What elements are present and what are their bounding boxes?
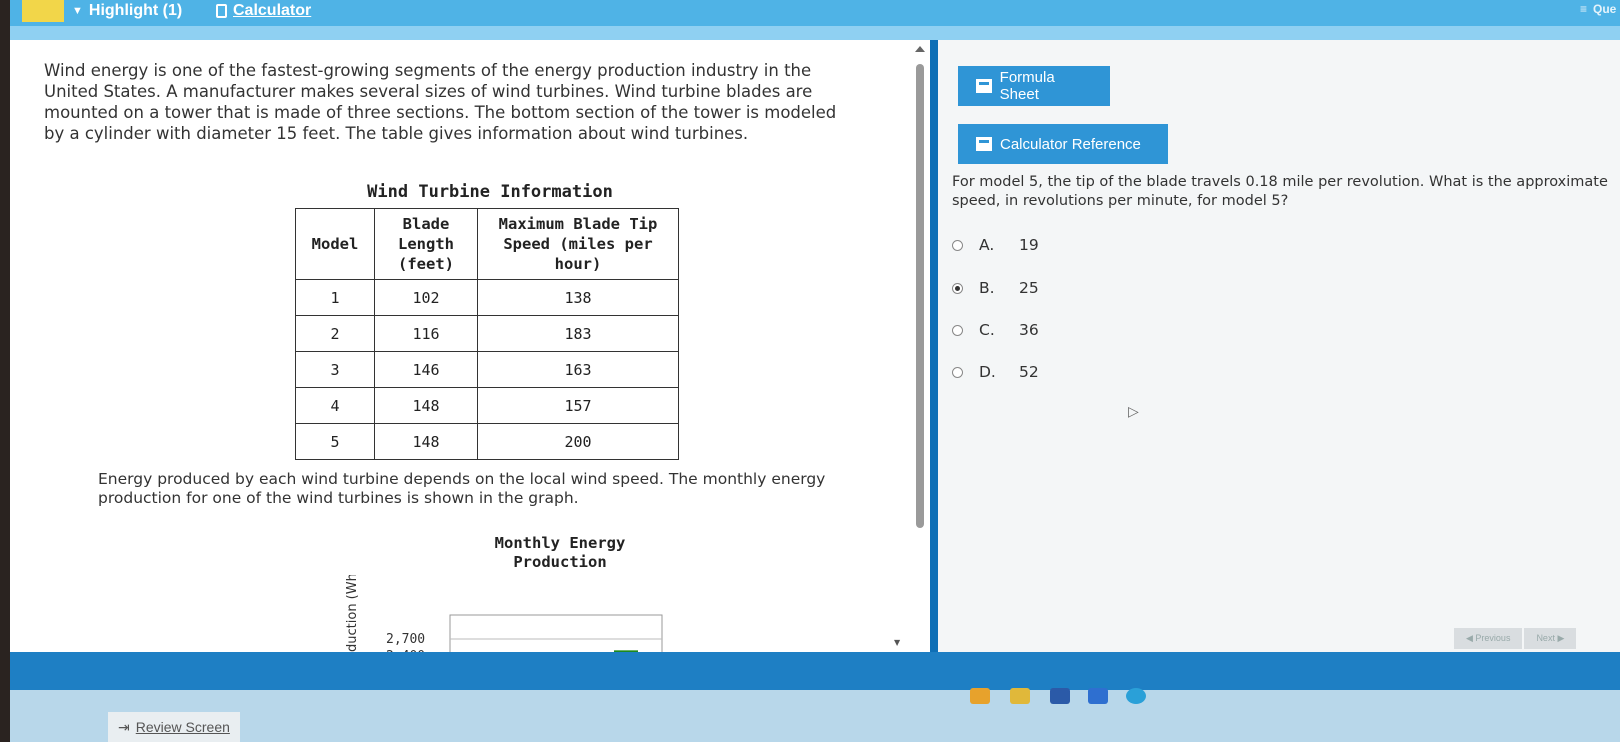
passage-paragraph-2: Energy produced by each wind turbine dep… xyxy=(98,470,826,507)
passage-paragraph-1: Wind energy is one of the fastest-growin… xyxy=(44,61,837,143)
table-cell: 148 xyxy=(374,423,478,460)
option-letter: B. xyxy=(979,279,995,297)
table-cell: 200 xyxy=(477,423,679,460)
top-toolbar: ▼ Highlight (1) Calculator ≡ Que xyxy=(10,0,1620,26)
table-row: 1 102 138 xyxy=(295,279,679,316)
option-letter: D. xyxy=(979,363,996,381)
store-icon[interactable] xyxy=(1050,688,1070,704)
option-letter: C. xyxy=(979,321,995,339)
reference-icon xyxy=(976,137,992,151)
option-value: 19 xyxy=(1019,236,1039,254)
next-button[interactable]: Next ▶ xyxy=(1524,628,1577,649)
option-b[interactable]: B. 25 xyxy=(952,279,1039,297)
table-cell: 102 xyxy=(374,279,478,316)
table-cell: 138 xyxy=(477,279,679,316)
passage-pane: Wind energy is one of the fastest-growin… xyxy=(10,40,930,715)
option-letter: A. xyxy=(979,236,995,254)
calculator-reference-label: Calculator Reference xyxy=(1000,135,1141,153)
calculator-reference-button[interactable]: Calculator Reference xyxy=(958,124,1168,164)
table-cell: 5 xyxy=(295,423,375,460)
table-title: Wind Turbine Information xyxy=(367,182,613,202)
radio-button[interactable] xyxy=(952,324,963,336)
calculator-icon xyxy=(216,4,227,18)
wind-turbine-table: Model Blade Length (feet) Maximum Blade … xyxy=(295,208,679,460)
question-text: For model 5, the tip of the blade travel… xyxy=(952,174,1608,209)
table-cell: 163 xyxy=(477,351,679,388)
list-icon: ≡ xyxy=(1580,2,1588,16)
calculator-label: Calculator xyxy=(233,2,312,19)
question-pane: Formula Sheet Calculator Reference For m… xyxy=(938,40,1620,652)
chart-title: Monthly Energy Production xyxy=(494,534,626,571)
table-cell: 1 xyxy=(295,279,375,316)
option-value: 36 xyxy=(1019,321,1039,339)
highlight-tool[interactable]: ▼ Highlight (1) xyxy=(72,2,182,20)
table-cell: 183 xyxy=(477,315,679,352)
table-row: 4 148 157 xyxy=(295,387,679,424)
table-cell: 3 xyxy=(295,351,375,388)
taskbar xyxy=(10,690,1620,742)
scroll-down-arrow[interactable]: ▼ xyxy=(894,638,900,647)
calculator-tool[interactable]: Calculator xyxy=(216,2,311,20)
table-cell: 116 xyxy=(374,315,478,352)
pane-divider[interactable] xyxy=(930,40,938,652)
table-row: 2 116 183 xyxy=(295,315,679,352)
reference-icon xyxy=(976,79,992,93)
table-cell: 148 xyxy=(374,387,478,424)
table-row: 3 146 163 xyxy=(295,351,679,388)
formula-sheet-label: Formula Sheet xyxy=(999,69,1055,103)
app-icon[interactable] xyxy=(1088,688,1108,704)
table-cell: 146 xyxy=(374,351,478,388)
review-icon: ⇥ xyxy=(118,718,130,735)
test-window: ▼ Highlight (1) Calculator ≡ Que Wind en… xyxy=(10,0,1620,742)
questions-menu[interactable]: ≡ Que xyxy=(1580,2,1616,16)
table-header-cell: Blade Length (feet) xyxy=(374,208,478,280)
option-a[interactable]: A. 19 xyxy=(952,236,1039,254)
app-icon[interactable] xyxy=(970,688,990,704)
review-screen-label: Review Screen xyxy=(135,719,230,735)
table-row: 5 148 200 xyxy=(295,423,679,460)
highlight-label: Highlight (1) xyxy=(88,2,183,19)
folder-icon[interactable] xyxy=(1010,688,1030,704)
table-header-row: Model Blade Length (feet) Maximum Blade … xyxy=(295,208,679,280)
scroll-up-arrow[interactable] xyxy=(915,46,925,52)
table-header-cell: Model xyxy=(295,208,375,280)
browser-icon[interactable] xyxy=(1126,688,1146,704)
radio-button[interactable] xyxy=(952,366,963,378)
option-c[interactable]: C. 36 xyxy=(952,321,1039,339)
table-cell: 4 xyxy=(295,387,375,424)
option-d[interactable]: D. 52 xyxy=(952,363,1039,381)
formula-sheet-button[interactable]: Formula Sheet xyxy=(958,66,1110,106)
questions-label: Que xyxy=(1593,2,1617,16)
table-cell: 157 xyxy=(477,387,679,424)
table-cell: 2 xyxy=(295,315,375,352)
chart-y-tick-label: 2,700 xyxy=(386,632,425,647)
toolbar-subbar xyxy=(10,26,1620,40)
radio-button-selected[interactable] xyxy=(952,282,963,294)
highlight-color-swatch[interactable] xyxy=(22,0,64,22)
option-value: 52 xyxy=(1019,363,1039,381)
navigation-buttons: ◀ Previous Next ▶ xyxy=(1454,628,1577,649)
bottom-band xyxy=(10,652,1620,690)
review-screen-button[interactable]: ⇥ Review Screen xyxy=(108,712,240,742)
previous-button[interactable]: ◀ Previous xyxy=(1454,628,1523,649)
caret-down-icon: ▼ xyxy=(72,5,83,17)
table-header-cell: Maximum Blade Tip Speed (miles per hour) xyxy=(477,208,679,280)
mouse-pointer-icon: ▷ xyxy=(1128,404,1139,420)
option-value: 25 xyxy=(1019,279,1039,297)
radio-button[interactable] xyxy=(952,239,963,251)
passage-scrollbar[interactable] xyxy=(916,64,924,528)
